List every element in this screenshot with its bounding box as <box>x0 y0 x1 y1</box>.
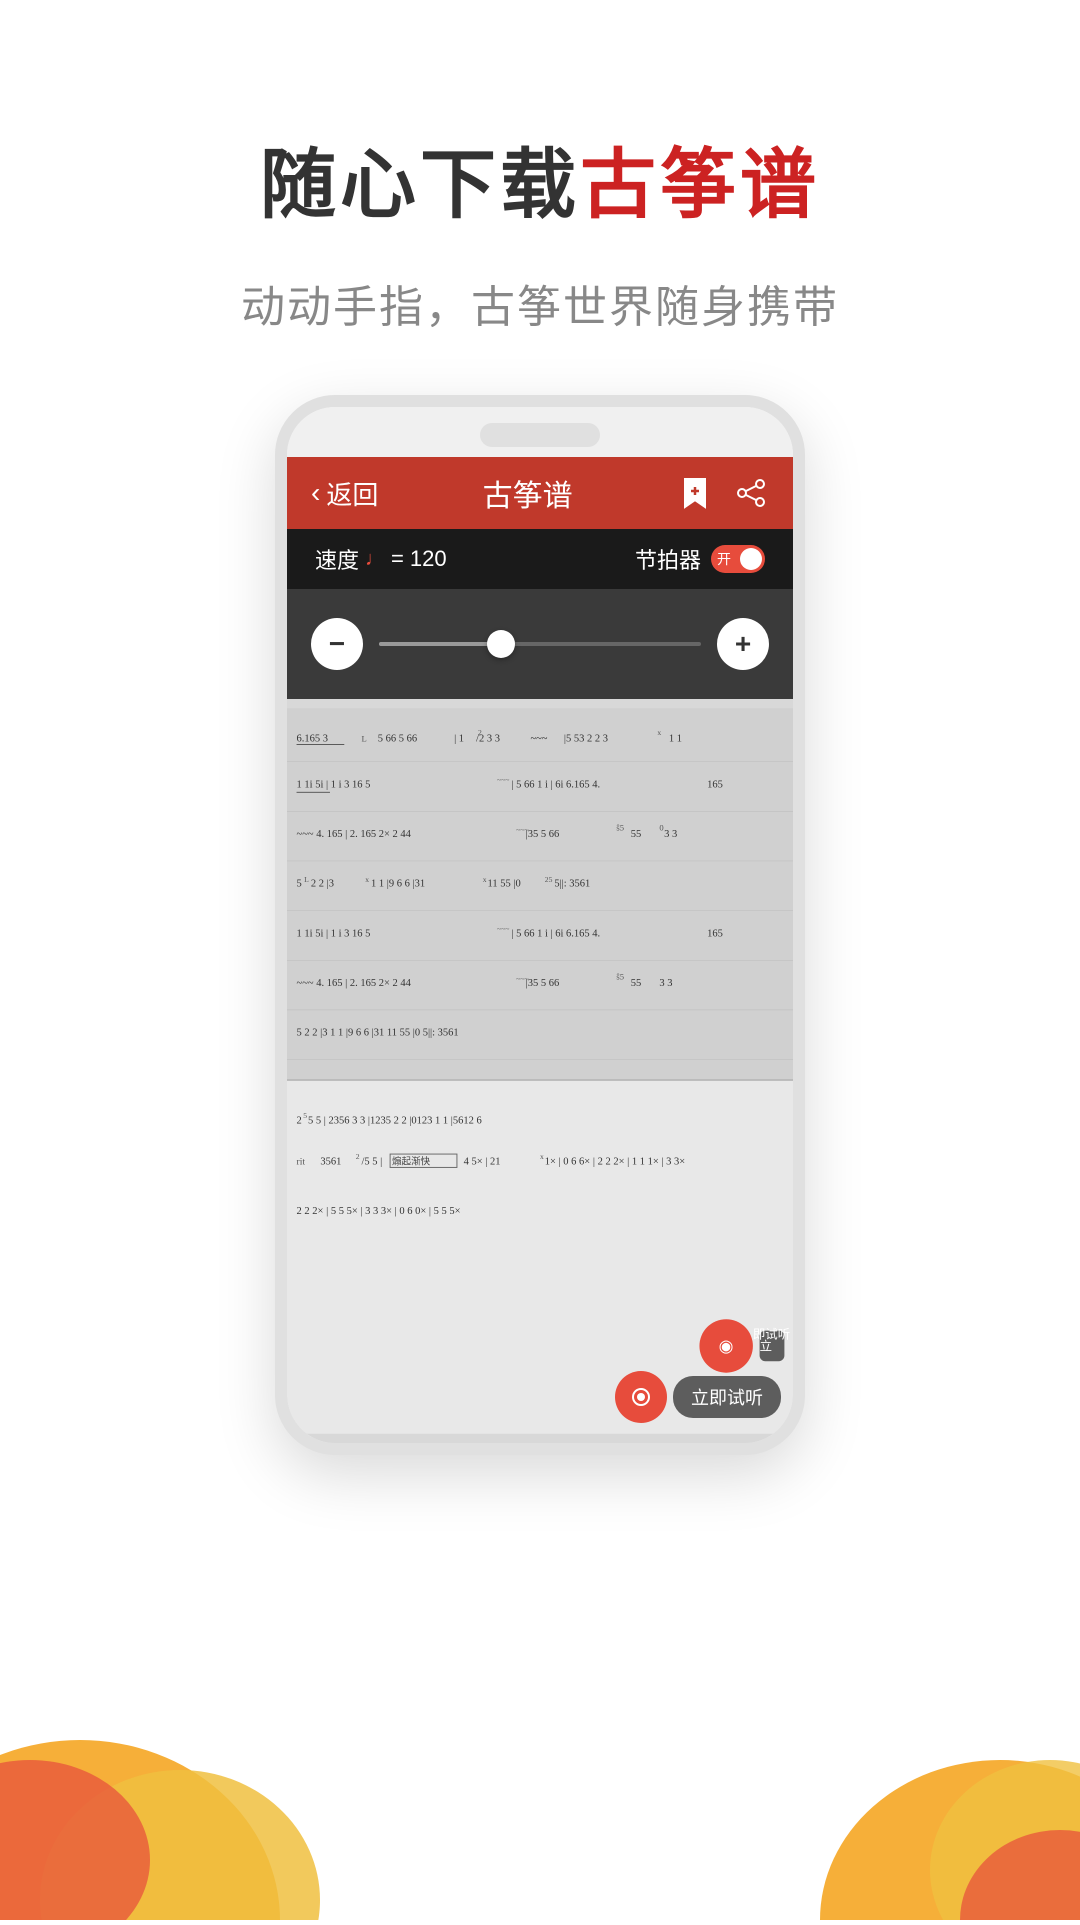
svg-text:11 55 |0: 11 55 |0 <box>487 879 520 890</box>
svg-text:3 3: 3 3 <box>664 829 677 840</box>
svg-text:L: L <box>361 734 366 744</box>
svg-text:2: 2 <box>356 1152 360 1161</box>
hero-section: 随心下载古筝谱 动动手指，古筝世界随身携带 <box>0 0 1080 335</box>
tempo-text: 速度 <box>315 543 359 575</box>
svg-text:x: x <box>657 728 661 737</box>
tempo-equals: = <box>391 546 404 572</box>
tempo-note-icon: ♩ <box>365 548 385 571</box>
svg-text:2: 2 <box>297 1116 302 1127</box>
back-label: 返回 <box>326 475 378 512</box>
decrease-button[interactable]: − <box>311 618 363 670</box>
svg-text:1× | 0 6 6× | 2 2 2× | 1: 1× | 0 6 6× | 2 2 2× | 1 1 1× | 3 3× <box>545 1157 685 1168</box>
increase-button[interactable]: + <box>717 618 769 670</box>
svg-text:1 1i 5i | 1 i 3 16 5: 1 1i 5i | 1 i 3 16 5 <box>297 780 371 791</box>
toggle-thumb <box>740 548 762 570</box>
tempo-value: 120 <box>410 546 447 572</box>
svg-text:|35 5 66: |35 5 66 <box>526 978 560 989</box>
svg-text:55: 55 <box>631 978 642 989</box>
listen-icon[interactable] <box>615 1371 667 1423</box>
svg-text:165: 165 <box>707 929 723 940</box>
svg-text:|5 53 2 2 3: |5 53 2 2 3 <box>564 734 608 745</box>
svg-text:x: x <box>365 875 369 884</box>
phone-notch <box>480 423 600 447</box>
back-button[interactable]: ‹ 返回 <box>311 475 378 512</box>
svg-text:x: x <box>483 875 487 884</box>
svg-text:L: L <box>304 875 309 884</box>
slider-progress <box>379 642 501 646</box>
svg-text:~~~ 4. 165 | 2. 165 2× 2: ~~~ 4. 165 | 2. 165 2× 2 44 <box>297 978 412 989</box>
hero-title-prefix: 随心下载 <box>260 143 580 228</box>
phone-frame: ‹ 返回 古筝谱 <box>275 395 805 1455</box>
metronome-section: 节拍器 开 <box>635 543 765 575</box>
svg-text:1 1: 1 1 <box>669 734 682 745</box>
hero-subtitle: 动动手指，古筝世界随身携带 <box>0 271 1080 335</box>
svg-text:165: 165 <box>707 780 723 791</box>
svg-text:2 2 2× | 5 5 5× | 3 3 3: 2 2 2× | 5 5 5× | 3 3 3× | 0 6 0× | 5 5 … <box>297 1206 461 1217</box>
svg-text:rit: rit <box>297 1157 306 1168</box>
svg-text:| 1: | 1 <box>454 734 464 745</box>
svg-text:2 2 |3: 2 2 |3 <box>311 879 334 890</box>
slider-track[interactable] <box>379 642 701 646</box>
hero-title: 随心下载古筝谱 <box>0 140 1080 231</box>
svg-text:6.165 3: 6.165 3 <box>297 734 329 745</box>
svg-text:3561: 3561 <box>320 1157 341 1168</box>
svg-text:/5 5 |: /5 5 | <box>361 1157 382 1168</box>
svg-text:~~~ 4. 165 | 2. 165 2× 2: ~~~ 4. 165 | 2. 165 2× 2 44 <box>297 829 412 840</box>
svg-text:5||: 3561: 5||: 3561 <box>554 879 590 890</box>
svg-text:◉: ◉ <box>719 1337 734 1356</box>
svg-text:| 5 66 1 i | 6i 6.165 4.: | 5 66 1 i | 6i 6.165 4. <box>511 780 600 791</box>
metronome-toggle[interactable]: 开 <box>711 545 765 573</box>
svg-text:/2 3 3: /2 3 3 <box>476 734 500 745</box>
svg-text:|35 5 66: |35 5 66 <box>526 829 560 840</box>
header-icons <box>677 475 769 511</box>
hero-title-highlight: 古筝谱 <box>580 143 820 228</box>
svg-text:~~~: ~~~ <box>497 776 509 785</box>
decorative-blobs <box>0 1580 1080 1920</box>
svg-text:55: 55 <box>631 829 642 840</box>
header-title: 古筝谱 <box>483 471 573 515</box>
svg-text:~~~: ~~~ <box>530 734 547 745</box>
slider-thumb[interactable] <box>487 630 515 658</box>
svg-text:煽起渐快: 煽起渐快 <box>392 1156 431 1168</box>
app-header: ‹ 返回 古筝谱 <box>287 457 793 529</box>
svg-text:3 3: 3 3 <box>659 978 672 989</box>
phone-screen: ‹ 返回 古筝谱 <box>287 407 793 1443</box>
slider-area: − + <box>287 589 793 699</box>
svg-text:1 1i 5i | 1 i 3 16 5: 1 1i 5i | 1 i 3 16 5 <box>297 929 371 940</box>
listen-label[interactable]: 立即试听 <box>673 1376 781 1418</box>
phone-container: ‹ 返回 古筝谱 <box>0 395 1080 1455</box>
svg-text:5 66 5 66: 5 66 5 66 <box>378 734 417 745</box>
back-chevron-icon: ‹ <box>311 477 320 509</box>
toggle-on-label: 开 <box>717 549 731 569</box>
sheet-music: 6.165 3 L 5 66 5 66 | 1 2 /2 3 3 ~~~ |5 … <box>287 699 793 1443</box>
try-listen-section[interactable]: 立即试听 <box>615 1371 781 1423</box>
svg-text:25: 25 <box>545 875 553 884</box>
svg-text:4 5× | 21: 4 5× | 21 <box>464 1157 501 1168</box>
svg-text:| 5 66 1 i | 6i 6.165 4.: | 5 66 1 i | 6i 6.165 4. <box>511 929 600 940</box>
svg-text:ŝ5: ŝ5 <box>616 823 624 833</box>
tempo-bar: 速度 ♩ = 120 节拍器 开 <box>287 529 793 589</box>
svg-text:5: 5 <box>297 879 302 890</box>
svg-text:5 5 | 2356 3 3 |1235 2 2: 5 5 | 2356 3 3 |1235 2 2 |0123 1 1 |5612… <box>308 1116 482 1127</box>
svg-text:~~~: ~~~ <box>497 925 509 934</box>
svg-text:即试听: 即试听 <box>753 1327 790 1342</box>
svg-text:ŝ5: ŝ5 <box>616 972 624 982</box>
tempo-label: 速度 ♩ = 120 <box>315 543 447 575</box>
bookmark-icon[interactable] <box>677 475 713 511</box>
svg-text:x: x <box>540 1152 544 1161</box>
svg-text:5 2 2 |3 1 1 |9 6 6 |31: 5 2 2 |3 1 1 |9 6 6 |31 11 55 |0 5||: 35… <box>297 1028 459 1039</box>
svg-text:0: 0 <box>659 823 663 833</box>
metronome-label: 节拍器 <box>635 543 701 575</box>
svg-text:1 1 |9 6 6 |31: 1 1 |9 6 6 |31 <box>371 879 425 890</box>
svg-text:5: 5 <box>303 1111 307 1120</box>
share-icon[interactable] <box>733 475 769 511</box>
